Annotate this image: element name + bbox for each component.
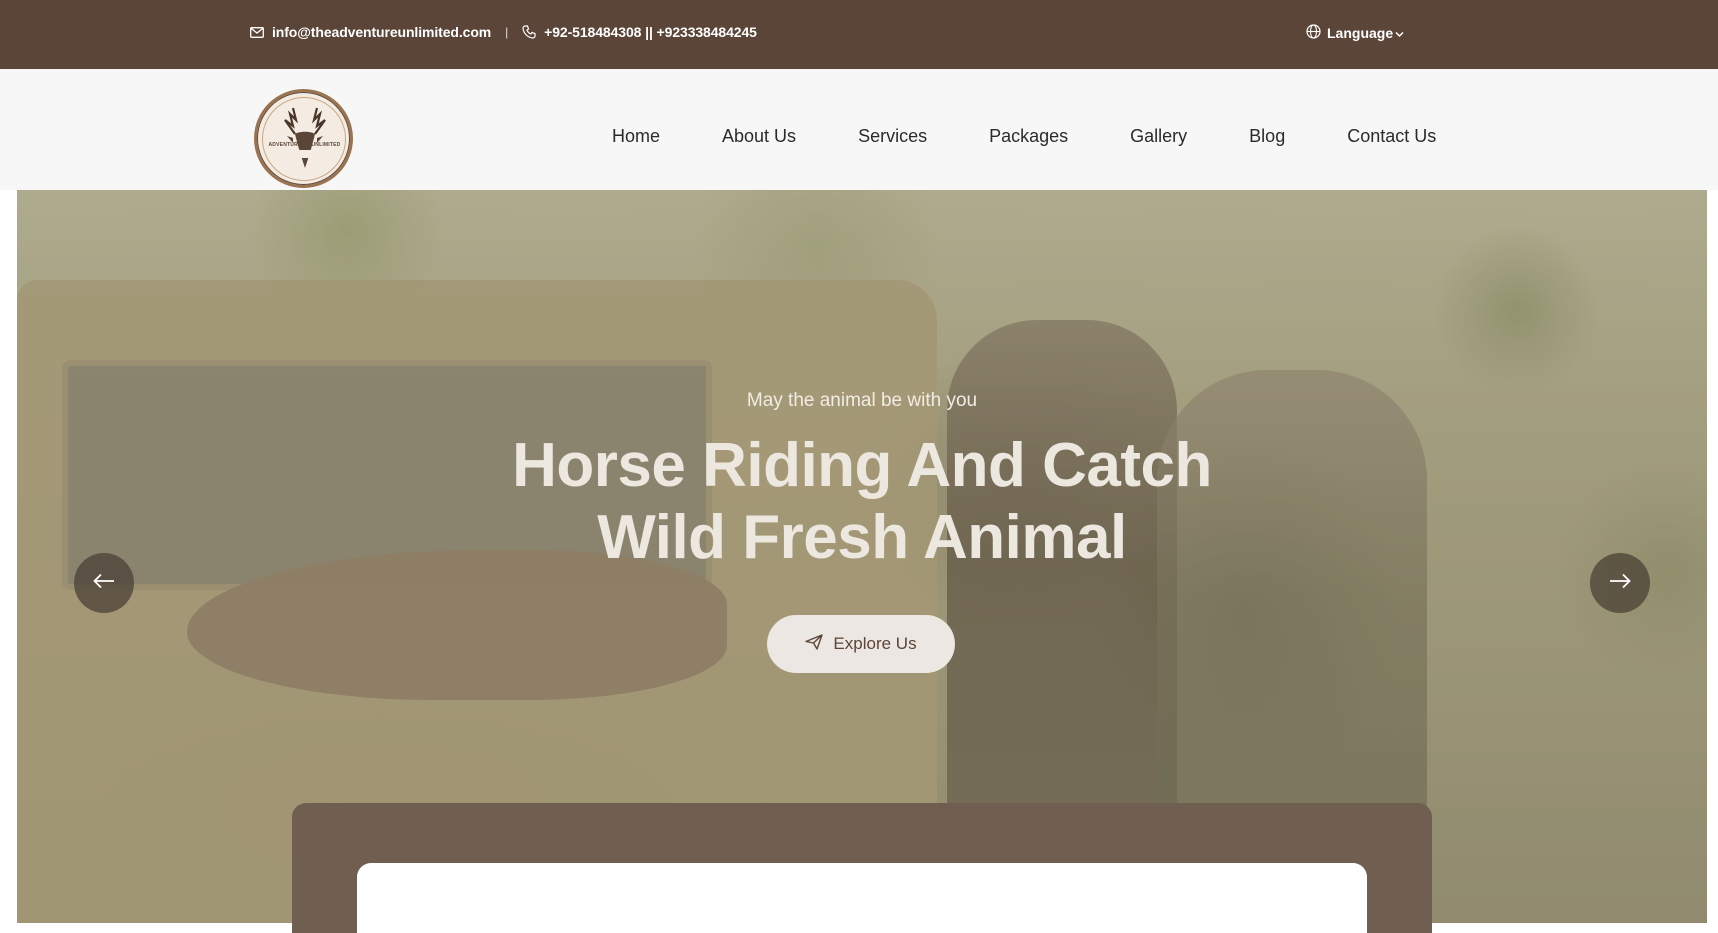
hero-title-line-1: Horse Riding And Catch <box>512 431 1212 500</box>
main-nav: Home About Us Services Packages Gallery … <box>612 126 1436 147</box>
language-selector[interactable]: Language <box>1306 24 1404 42</box>
paper-plane-icon <box>805 633 824 655</box>
language-label: Language <box>1327 25 1394 41</box>
contact-info: info@theadventureunlimited.com | +92-518… <box>250 24 757 40</box>
slider-next-button[interactable] <box>1590 553 1650 613</box>
hero-title-line-2: Wild Fresh Animal <box>597 503 1127 572</box>
nav-home[interactable]: Home <box>612 126 660 147</box>
site-logo[interactable]: ADVENTURE UNLIMITED <box>254 89 353 188</box>
logo-emblem: ADVENTURE UNLIMITED <box>261 96 346 181</box>
divider: | <box>505 25 509 39</box>
nav-about-us[interactable]: About Us <box>722 126 796 147</box>
slider-prev-button[interactable] <box>74 553 134 613</box>
nav-gallery[interactable]: Gallery <box>1130 126 1187 147</box>
logo-ribbon: ADVENTURE UNLIMITED <box>268 141 341 148</box>
nav-contact-us[interactable]: Contact Us <box>1347 126 1436 147</box>
email-link[interactable]: info@theadventureunlimited.com <box>272 24 491 40</box>
globe-icon <box>1306 24 1321 42</box>
nav-services[interactable]: Services <box>858 126 927 147</box>
arrow-left-icon <box>93 573 115 594</box>
deer-head-icon <box>283 107 326 168</box>
top-bar: info@theadventureunlimited.com | +92-518… <box>0 0 1718 69</box>
explore-us-button[interactable]: Explore Us <box>767 615 955 673</box>
hero-subtitle: May the animal be with you <box>746 390 978 411</box>
phone-link[interactable]: +92-518484308 || +923338484245 <box>544 24 757 40</box>
envelope-icon <box>250 26 264 38</box>
explore-us-label: Explore Us <box>833 634 917 653</box>
nav-packages[interactable]: Packages <box>989 126 1068 147</box>
phone-icon <box>522 25 536 39</box>
arrow-right-icon <box>1609 573 1631 594</box>
nav-blog[interactable]: Blog <box>1249 126 1285 147</box>
hero-title: Horse Riding And Catch Wild Fresh Animal <box>17 430 1707 574</box>
chevron-down-icon <box>1395 25 1404 41</box>
